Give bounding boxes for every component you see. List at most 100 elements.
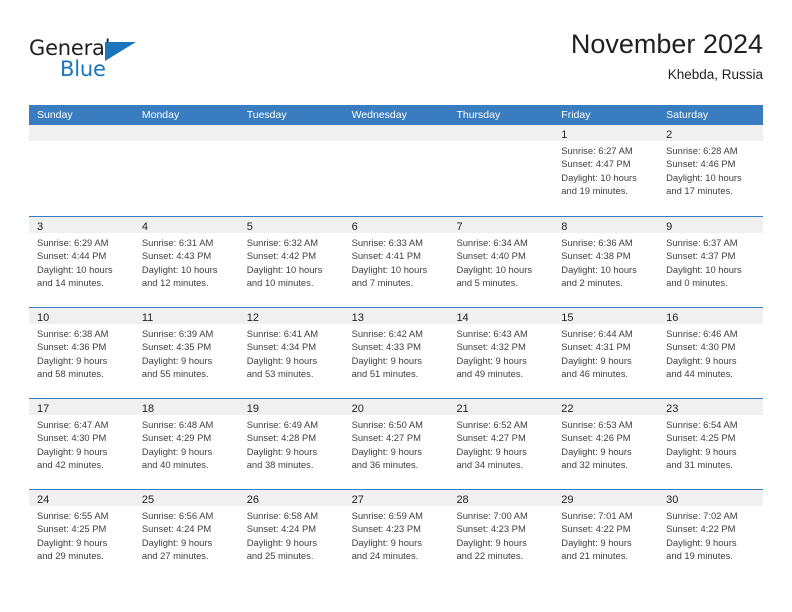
calendar-day-cell[interactable]: 12 Sunrise: 6:41 AM Sunset: 4:34 PM Dayligh… [238, 308, 344, 398]
day-details: Sunrise: 6:31 AM Sunset: 4:43 PM Daylight:… [134, 233, 239, 289]
calendar-day-cell[interactable]: 18 Sunrise: 6:48 AM Sunset: 4:29 PM Dayligh… [133, 399, 239, 489]
day-details: Sunrise: 6:50 AM Sunset: 4:27 PM Daylight:… [344, 415, 449, 471]
day-number: 4 [141, 221, 148, 233]
daylight-text-line1: Daylight: 9 hours [561, 354, 632, 366]
daylight-text-line1: Daylight: 10 hours [666, 171, 742, 183]
calendar-day-cell[interactable]: 1 Sunrise: 6:27 AM Sunset: 4:47 PM Daylight… [553, 125, 659, 216]
day-number-band: 20 [343, 399, 449, 415]
sunset-text: Sunset: 4:22 PM [561, 523, 631, 535]
daylight-text-line1: Daylight: 9 hours [351, 354, 422, 366]
calendar-day-cell[interactable]: 19 Sunrise: 6:49 AM Sunset: 4:28 PM Dayligh… [238, 399, 344, 489]
daylight-text-line1: Daylight: 9 hours [246, 354, 318, 366]
calendar-day-cell[interactable]: 30 Sunrise: 7:02 AM Sunset: 4:22 PM Dayligh… [658, 490, 764, 580]
day-details: Sunrise: 6:59 AM Sunset: 4:23 PM Daylight:… [344, 506, 449, 562]
day-number: 17 [37, 403, 50, 415]
calendar-day-cell[interactable]: 29 Sunrise: 7:01 AM Sunset: 4:22 PM Dayligh… [553, 490, 659, 580]
calendar-day-cell[interactable]: 25 Sunrise: 6:56 AM Sunset: 4:24 PM Dayligh… [133, 490, 239, 580]
calendar-grid: Sunday Monday Tuesday Wednesday Thursday Frid… [29, 105, 764, 580]
calendar-week-row: 24 Sunrise: 6:55 AM Sunset: 4:25 PM Dayligh… [29, 489, 764, 580]
calendar-day-cell[interactable]: 5 Sunrise: 6:32 AM Sunset: 4:42 PM Daylight… [238, 217, 344, 307]
calendar-day-cell[interactable]: 28 Sunrise: 7:00 AM Sunset: 4:23 PM Dayligh… [448, 490, 554, 580]
daylight-text-line2: and 21 minutes. [561, 549, 629, 561]
calendar-day-cell[interactable]: 13 Sunrise: 6:42 AM Sunset: 4:33 PM Dayligh… [343, 308, 449, 398]
weekday-header-row: Sunday Monday Tuesday Wednesday Thursday Frid… [29, 105, 763, 125]
calendar-day-cell[interactable]: 4 Sunrise: 6:31 AM Sunset: 4:43 PM Daylight… [133, 217, 239, 307]
daylight-text-line2: and 27 minutes. [141, 549, 209, 561]
sunrise-text: Sunrise: 6:55 AM [37, 510, 109, 521]
daylight-text-line1: Daylight: 9 hours [141, 354, 213, 366]
sunset-text: Sunset: 4:32 PM [456, 341, 526, 353]
calendar-day-cell[interactable]: 23 Sunrise: 6:54 AM Sunset: 4:25 PM Dayligh… [658, 399, 764, 489]
calendar-day-cell[interactable]: 26 Sunrise: 6:58 AM Sunset: 4:24 PM Dayligh… [238, 490, 344, 580]
day-number: 15 [561, 312, 574, 324]
daylight-text-line1: Daylight: 9 hours [141, 445, 213, 457]
calendar-day-cell[interactable]: 3 Sunrise: 6:29 AM Sunset: 4:44 PM Daylight… [29, 217, 134, 307]
day-number-band: 25 [133, 490, 239, 506]
sunset-text: Sunset: 4:46 PM [666, 158, 736, 170]
daylight-text-line1: Daylight: 9 hours [37, 445, 108, 457]
calendar-day-cell[interactable]: 24 Sunrise: 6:55 AM Sunset: 4:25 PM Dayligh… [29, 490, 134, 580]
calendar-day-cell[interactable]: 7 Sunrise: 6:34 AM Sunset: 4:40 PM Daylight… [448, 217, 554, 307]
sunset-text: Sunset: 4:25 PM [666, 432, 736, 444]
day-details: Sunrise: 6:53 AM Sunset: 4:26 PM Daylight:… [553, 415, 658, 471]
sunrise-text: Sunrise: 6:50 AM [351, 419, 423, 430]
day-number-band: 26 [238, 490, 344, 506]
brand-logo[interactable]: General Blue [29, 36, 159, 84]
sunrise-text: Sunrise: 6:32 AM [246, 237, 319, 248]
sunrise-text: Sunrise: 6:43 AM [456, 328, 528, 339]
sunset-text: Sunset: 4:43 PM [141, 250, 212, 262]
calendar-day-cell[interactable]: 22 Sunrise: 6:53 AM Sunset: 4:26 PM Dayligh… [553, 399, 659, 489]
calendar-day-cell[interactable]: 16 Sunrise: 6:46 AM Sunset: 4:30 PM Dayligh… [658, 308, 764, 398]
sunrise-text: Sunrise: 6:54 AM [666, 419, 738, 430]
calendar-day-cell[interactable]: 10 Sunrise: 6:38 AM Sunset: 4:36 PM Dayligh… [29, 308, 134, 398]
calendar-day-cell[interactable]: 20 Sunrise: 6:50 AM Sunset: 4:27 PM Dayligh… [343, 399, 449, 489]
sunrise-text: Sunrise: 6:39 AM [141, 328, 214, 339]
sunrise-text: Sunrise: 6:28 AM [666, 145, 738, 156]
sunset-text: Sunset: 4:29 PM [141, 432, 212, 444]
day-details: Sunrise: 6:36 AM Sunset: 4:38 PM Daylight:… [553, 233, 658, 289]
sunrise-text: Sunrise: 6:46 AM [666, 328, 738, 339]
daylight-text-line2: and 55 minutes. [141, 367, 209, 379]
day-number-band: 2 [658, 125, 764, 141]
daylight-text-line1: Daylight: 9 hours [666, 536, 737, 548]
calendar-day-cell[interactable]: 17 Sunrise: 6:47 AM Sunset: 4:30 PM Dayligh… [29, 399, 134, 489]
sunrise-text: Sunrise: 6:48 AM [141, 419, 214, 430]
day-details: Sunrise: 6:44 AM Sunset: 4:31 PM Daylight:… [553, 324, 658, 380]
day-number: 9 [666, 221, 673, 233]
day-number: 6 [351, 221, 358, 233]
sunset-text: Sunset: 4:30 PM [666, 341, 736, 353]
day-number-band [29, 125, 134, 141]
daylight-text-line2: and 46 minutes. [561, 367, 629, 379]
daylight-text-line2: and 19 minutes. [666, 549, 733, 561]
calendar-day-cell[interactable]: 6 Sunrise: 6:33 AM Sunset: 4:41 PM Daylight… [343, 217, 449, 307]
day-number-band: 30 [658, 490, 764, 506]
daylight-text-line1: Daylight: 10 hours [141, 263, 218, 275]
day-number-band: 16 [658, 308, 764, 324]
day-number-band: 29 [553, 490, 659, 506]
sunrise-text: Sunrise: 6:49 AM [246, 419, 319, 430]
day-number: 30 [666, 494, 679, 506]
day-details [134, 141, 239, 144]
day-details [239, 141, 344, 144]
daylight-text-line2: and 25 minutes. [246, 549, 314, 561]
day-number: 1 [561, 129, 568, 141]
calendar-day-cell[interactable]: 14 Sunrise: 6:43 AM Sunset: 4:32 PM Dayligh… [448, 308, 554, 398]
day-number: 24 [37, 494, 50, 506]
sunrise-text: Sunrise: 6:47 AM [37, 419, 109, 430]
day-details: Sunrise: 6:54 AM Sunset: 4:25 PM Daylight:… [658, 415, 763, 471]
daylight-text-line2: and 22 minutes. [456, 549, 524, 561]
sunset-text: Sunset: 4:30 PM [37, 432, 107, 444]
calendar-day-cell[interactable]: 9 Sunrise: 6:37 AM Sunset: 4:37 PM Daylight… [658, 217, 764, 307]
calendar-day-cell[interactable]: 11 Sunrise: 6:39 AM Sunset: 4:35 PM Dayligh… [133, 308, 239, 398]
sunrise-text: Sunrise: 7:01 AM [561, 510, 633, 521]
page-header: General Blue November 2024 Khebda, Russi… [29, 28, 763, 98]
day-details: Sunrise: 6:49 AM Sunset: 4:28 PM Daylight:… [239, 415, 344, 471]
calendar-day-cell[interactable]: 15 Sunrise: 6:44 AM Sunset: 4:31 PM Dayligh… [553, 308, 659, 398]
calendar-day-cell[interactable]: 8 Sunrise: 6:36 AM Sunset: 4:38 PM Daylight… [553, 217, 659, 307]
day-details: Sunrise: 6:47 AM Sunset: 4:30 PM Daylight:… [29, 415, 134, 471]
calendar-day-cell[interactable]: 27 Sunrise: 6:59 AM Sunset: 4:23 PM Dayligh… [343, 490, 449, 580]
calendar-day-cell[interactable]: 2 Sunrise: 6:28 AM Sunset: 4:46 PM Daylight… [658, 125, 764, 216]
calendar-day-cell[interactable]: 21 Sunrise: 6:52 AM Sunset: 4:27 PM Dayligh… [448, 399, 554, 489]
sunset-text: Sunset: 4:23 PM [456, 523, 526, 535]
day-number-band: 9 [658, 217, 764, 233]
